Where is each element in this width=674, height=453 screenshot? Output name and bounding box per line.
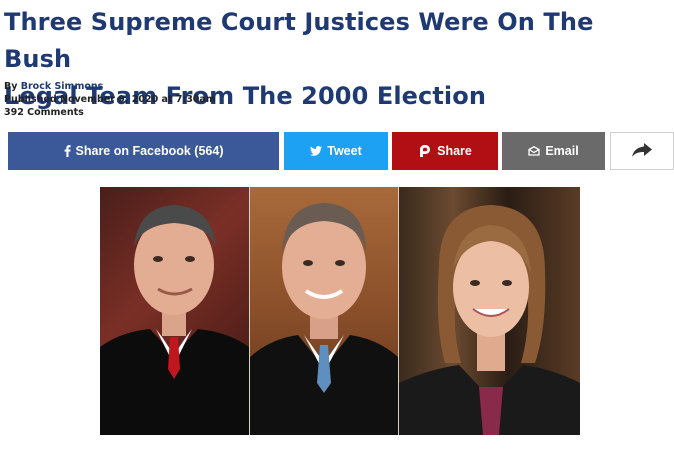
published-date: Published November 9, 2020 at 7:30am: [4, 94, 216, 105]
tweet-label: Tweet: [327, 144, 362, 158]
comments-count[interactable]: 392 Comments: [4, 106, 216, 119]
facebook-f-icon: [64, 145, 71, 157]
byline-prefix: By: [4, 81, 18, 92]
share-facebook-button[interactable]: Share on Facebook (564): [8, 132, 279, 170]
share-parler-button[interactable]: Share: [392, 132, 498, 170]
share-facebook-label: Share on Facebook (564): [75, 144, 224, 158]
byline: By Brock Simmons: [4, 80, 216, 93]
share-arrow-icon: [632, 142, 652, 160]
justice-portrait-left: [100, 187, 249, 435]
twitter-bird-icon: [310, 146, 323, 156]
justice-portrait-center: [250, 187, 398, 435]
more-share-button[interactable]: [610, 132, 674, 170]
justice-portrait-right: [399, 187, 580, 435]
email-label: Email: [545, 144, 579, 158]
tweet-button[interactable]: Tweet: [284, 132, 388, 170]
parler-p-icon: [418, 144, 432, 158]
share-parler-label: Share: [437, 144, 472, 158]
envelope-icon: [528, 146, 540, 156]
author-link[interactable]: Brock Simmons: [21, 81, 104, 92]
email-button[interactable]: Email: [502, 132, 605, 170]
headline-line-1: Three Supreme Court Justices Were On The…: [4, 8, 594, 73]
article-meta: By Brock Simmons Published November 9, 2…: [4, 80, 216, 119]
justices-photo: [100, 187, 580, 435]
